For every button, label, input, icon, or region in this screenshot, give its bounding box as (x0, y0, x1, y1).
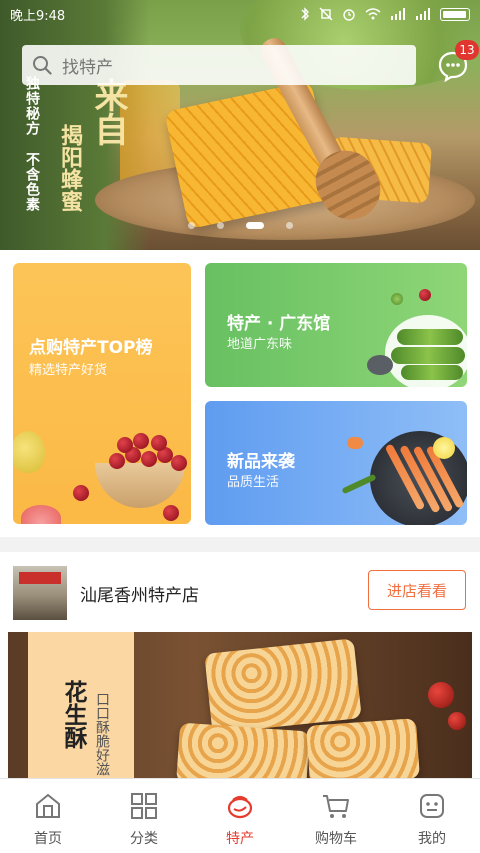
carousel-dot (216, 222, 224, 229)
tab-label: 我的 (418, 831, 446, 847)
banner-title: 花生酥 (60, 680, 87, 749)
search-icon (33, 56, 52, 75)
tab-home[interactable]: 首页 (0, 779, 96, 853)
cucumber-image (391, 347, 465, 364)
tab-cart[interactable]: 购物车 (288, 779, 384, 853)
herb-image (391, 293, 403, 305)
store-product-banner[interactable]: 花生酥 口口酥脆好滋 (8, 632, 472, 782)
wifi-icon (365, 8, 381, 20)
promo-card-title: 点购特产TOP榜 (29, 338, 153, 358)
lemon-image (433, 437, 455, 459)
peanut-brittle-image (204, 638, 362, 734)
alarm-icon (343, 9, 355, 21)
promo-card-title: 新品来袭 (227, 452, 295, 472)
promo-card-title: 特产 · 广东馆 (227, 314, 331, 334)
radish-image (419, 289, 431, 301)
search-placeholder: 找特产 (62, 57, 113, 78)
carousel-indicator (0, 222, 480, 229)
tab-profile[interactable]: 我的 (384, 779, 480, 853)
carousel-dot-active (245, 222, 264, 229)
battery-icon (440, 7, 470, 21)
promo-card-guangdong[interactable]: 特产 · 广东馆 地道广东味 (205, 263, 467, 387)
signal-icon (391, 8, 405, 20)
tab-label: 分类 (130, 831, 158, 847)
hero-banner[interactable]: 独特秘方 不含色素 来自 揭阳蜂蜜 (0, 0, 480, 250)
cart-icon (323, 795, 349, 818)
message-badge: 13 (455, 40, 479, 60)
hero-title-2: 揭阳蜂蜜 (57, 124, 83, 212)
status-bar: 晚上9:48 (0, 0, 480, 28)
cherry-bowl-image (95, 463, 185, 508)
tab-specialty[interactable]: 特产 (192, 779, 288, 853)
carousel-dot (187, 222, 195, 229)
carousel-dot (285, 222, 293, 229)
shrimp-small-image (347, 437, 363, 449)
tab-label: 购物车 (315, 831, 357, 847)
tab-label: 首页 (34, 831, 62, 847)
cherry-image (151, 435, 167, 451)
hero-slogan-1: 独特秘方 (24, 76, 40, 136)
bluetooth-icon (301, 7, 309, 21)
status-time: 晚上9:48 (10, 8, 66, 24)
cherry-image (117, 437, 133, 453)
mute-icon (319, 7, 333, 21)
status-icons (300, 7, 470, 21)
hero-title-1: 来自 (88, 78, 128, 146)
cucumber-image (401, 365, 463, 380)
app-screen: 独特秘方 不含色素 来自 揭阳蜂蜜 晚上9:48 找特产 13 点购特产TOP榜… (0, 0, 480, 853)
pear-image (13, 431, 45, 473)
promo-card-new-arrivals[interactable]: 新品来袭 品质生活 (205, 401, 467, 525)
cherry-image (141, 451, 157, 467)
profile-icon (420, 794, 444, 818)
cucumber-image (397, 329, 463, 345)
cherry-image (171, 455, 187, 471)
cherry-image (163, 505, 179, 521)
promo-card-subtitle: 品质生活 (227, 475, 280, 490)
banner-subtitle: 口口酥脆好滋 (94, 692, 110, 776)
grapefruit-image (21, 505, 61, 524)
home-icon (36, 793, 60, 818)
pepper-dish-image (367, 355, 393, 375)
store-thumbnail[interactable] (13, 566, 67, 620)
peanut-brittle-image (176, 722, 310, 782)
cherry-image (133, 433, 149, 449)
hero-slogan-2: 不含色素 (24, 152, 40, 212)
peanut-brittle-image (306, 718, 420, 782)
specialty-icon (227, 795, 253, 819)
enter-store-button[interactable]: 进店看看 (368, 570, 466, 610)
search-bar[interactable]: 找特产 (22, 45, 416, 85)
promo-card-subtitle: 精选特产好货 (29, 363, 108, 378)
berry-image (448, 712, 466, 730)
promo-card-top-list[interactable]: 点购特产TOP榜 精选特产好货 (13, 263, 191, 524)
promo-section: 点购特产TOP榜 精选特产好货 特产 · 广东馆 地道广东味 新品来袭 品质生活 (0, 250, 480, 537)
tab-label: 特产 (226, 831, 254, 847)
category-grid-icon (131, 793, 157, 819)
cherry-image (109, 453, 125, 469)
tab-category[interactable]: 分类 (96, 779, 192, 853)
signal-icon (416, 8, 430, 20)
store-name[interactable]: 汕尾香州特产店 (80, 581, 199, 606)
bottom-tab-bar: 首页 分类 特产 购物车 我的 (0, 778, 480, 853)
cherry-image (73, 485, 89, 501)
berry-image (428, 682, 454, 708)
promo-card-subtitle: 地道广东味 (227, 337, 293, 352)
